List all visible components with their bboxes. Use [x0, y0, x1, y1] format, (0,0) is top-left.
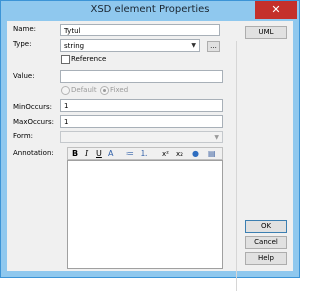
min-occurs-field[interactable]: 1	[60, 99, 223, 112]
type-value: string	[64, 42, 85, 50]
numbered-list-icon[interactable]: ⒈	[140, 149, 148, 159]
name-label: Name:	[13, 25, 37, 33]
italic-button[interactable]: I	[85, 149, 88, 159]
dialog-window: XSD element Properties ✕ Name: Tytul Typ…	[0, 0, 300, 291]
insert-icon[interactable]: ▤	[208, 149, 216, 159]
help-button[interactable]: Help	[245, 252, 287, 265]
close-button[interactable]: ✕	[255, 1, 297, 19]
type-select[interactable]: string ▼	[60, 39, 200, 52]
dialog-body: Name: Tytul Type: string ▼ ... Reference…	[7, 21, 293, 291]
form-select[interactable]: ▼	[60, 131, 223, 143]
bullet-list-icon[interactable]: ≔	[126, 149, 134, 159]
value-label: Value:	[13, 72, 35, 80]
reference-label: Reference	[71, 55, 107, 63]
superscript-icon[interactable]: x²	[162, 149, 169, 159]
browse-type-button[interactable]: ...	[207, 41, 220, 52]
max-occurs-label: MaxOccurs:	[13, 118, 54, 126]
type-label: Type:	[13, 40, 32, 48]
default-radio[interactable]	[61, 86, 70, 95]
value-field[interactable]	[60, 70, 223, 83]
form-label: Form:	[13, 132, 33, 140]
font-color-icon[interactable]: A	[108, 149, 113, 159]
underline-button[interactable]: U	[96, 149, 102, 159]
reference-checkbox[interactable]	[61, 55, 70, 64]
separator	[236, 41, 237, 291]
uml-button[interactable]: UML	[245, 26, 287, 39]
annotation-label: Annotation:	[13, 149, 54, 157]
title-bar[interactable]: XSD element Properties ✕	[1, 1, 299, 21]
chevron-down-icon: ▼	[214, 134, 219, 141]
name-field[interactable]: Tytul	[60, 24, 220, 36]
cancel-button[interactable]: Cancel	[245, 236, 287, 249]
subscript-icon[interactable]: x₂	[176, 149, 183, 159]
min-occurs-label: MinOccurs:	[13, 103, 52, 111]
default-radio-label: Default	[71, 86, 97, 94]
annotation-editor[interactable]	[67, 160, 223, 269]
fixed-radio-label: Fixed	[110, 86, 129, 94]
chevron-down-icon: ▼	[191, 42, 196, 49]
fixed-radio[interactable]	[100, 86, 109, 95]
max-occurs-field[interactable]: 1	[60, 115, 223, 128]
link-icon[interactable]: ●	[192, 149, 199, 159]
bold-button[interactable]: B	[72, 149, 78, 159]
annotation-toolbar: B I U A ≔ ⒈ x² x₂ ● ▤	[67, 147, 223, 160]
ok-button[interactable]: OK	[245, 220, 287, 233]
